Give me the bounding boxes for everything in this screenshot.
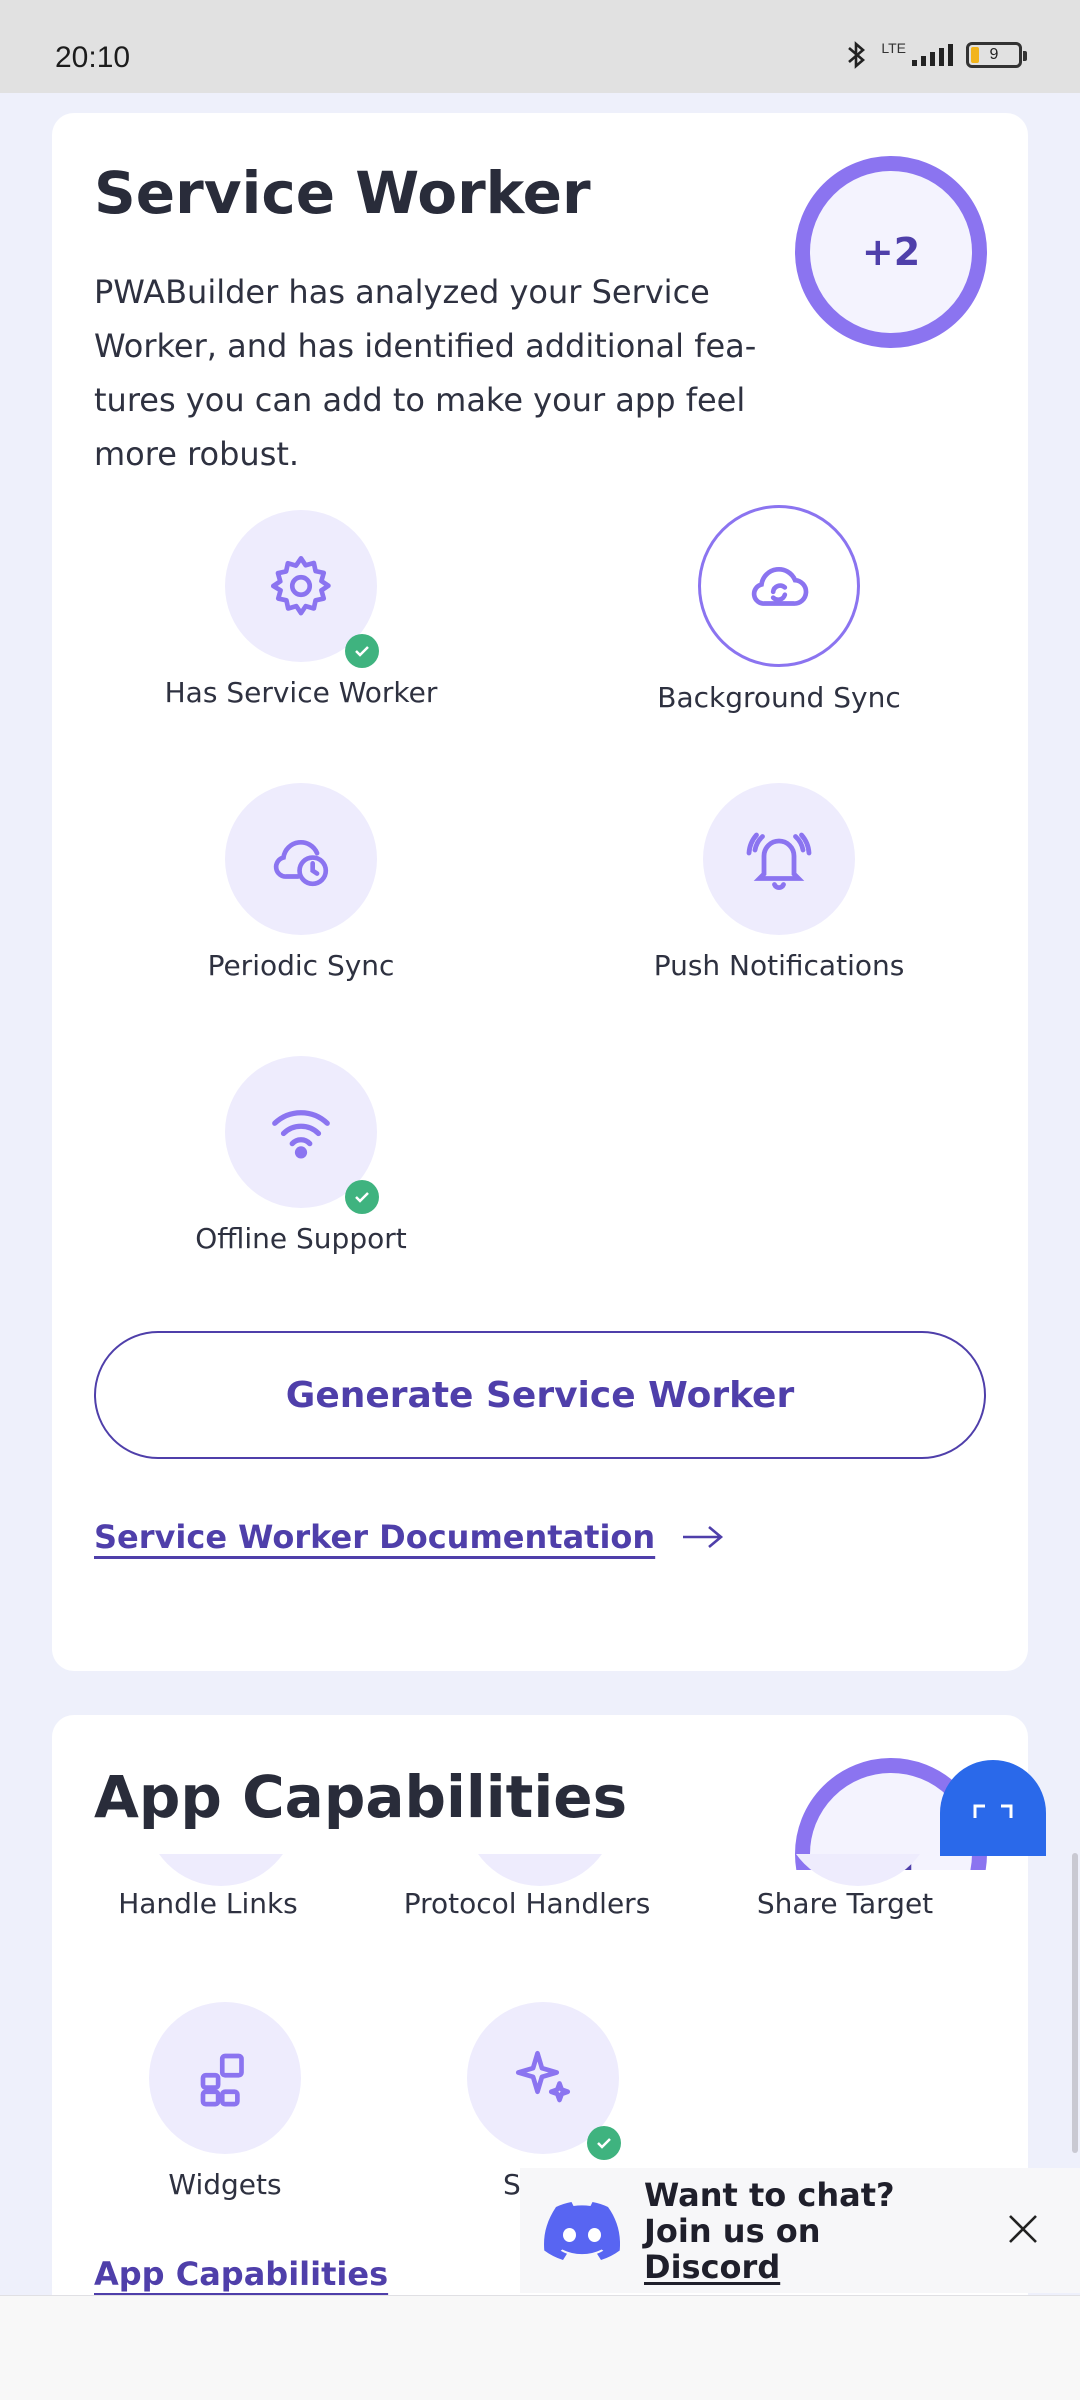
feature-label: Periodic Sync (207, 949, 395, 982)
feature-label: Push Notifications (653, 949, 905, 982)
feature-label: Widgets (168, 2168, 282, 2201)
network-label: LTE (881, 40, 906, 56)
feature-label: Background Sync (657, 681, 901, 714)
widgets-icon (200, 2053, 244, 2107)
score-value: +2 (861, 230, 921, 274)
battery-icon: 9 (966, 42, 1027, 68)
discord-banner-prefix: Want to chat? Join us on (644, 2175, 895, 2250)
doc-link-label: Service Worker Documentation (94, 1518, 656, 1556)
discord-link[interactable]: Discord (644, 2248, 780, 2286)
floating-action-button[interactable] (940, 1760, 1046, 1856)
feature-label: Offline Support (195, 1222, 407, 1255)
share-target-circle (782, 1854, 934, 1886)
capability-widgets[interactable]: Widgets (52, 2002, 405, 2201)
service-worker-description: PWABuilder has analyzed your Service Wor… (94, 273, 757, 473)
signal-icon (912, 44, 953, 66)
status-time: 20:10 (55, 41, 131, 74)
check-icon (587, 2126, 621, 2160)
bell-icon (746, 832, 812, 890)
bottom-navigation-bar (0, 2295, 1080, 2400)
service-worker-title: Service Worker (94, 159, 591, 227)
feature-push-notifications[interactable]: Push Notifications (599, 783, 959, 982)
capability-share-target[interactable]: Share Target (685, 1887, 1005, 1920)
expand-icon (973, 1804, 1013, 1818)
arrow-right-icon (683, 1526, 724, 1548)
service-worker-card: Service Worker PWABuilder has analyzed y… (52, 113, 1028, 1671)
service-worker-score-ring: +2 (795, 156, 987, 348)
feature-label: Has Service Worker (164, 676, 438, 709)
check-icon (345, 634, 379, 668)
feature-offline-support[interactable]: Offline Support (121, 1056, 481, 1255)
discord-banner-text: Want to chat? Join us on Discord (644, 2177, 964, 2285)
discord-banner[interactable]: Want to chat? Join us on Discord (520, 2168, 1080, 2293)
battery-level: 9 (989, 46, 999, 63)
feature-has-service-worker[interactable]: Has Service Worker (121, 510, 481, 709)
bluetooth-icon (848, 41, 866, 69)
app-capabilities-title: App Capabilities (94, 1763, 628, 1831)
discord-icon (544, 2201, 620, 2260)
cloud-sync-icon (751, 567, 809, 606)
close-icon[interactable] (1006, 2212, 1040, 2246)
gear-icon (270, 555, 331, 616)
app-capabilities-documentation-link[interactable]: App Capabilities (94, 2255, 388, 2293)
status-bar: 20:10 LTE 9 (0, 0, 1080, 93)
sparkle-icon (515, 2050, 571, 2103)
capability-protocol-handlers[interactable]: Protocol Handlers (367, 1887, 687, 1920)
generate-service-worker-button[interactable]: Generate Service Worker (94, 1331, 986, 1459)
scrollbar[interactable] (1072, 1853, 1078, 2153)
service-worker-documentation-link[interactable]: Service Worker Documentation (94, 1518, 725, 1556)
handle-links-circle (145, 1854, 297, 1886)
check-icon (345, 1180, 379, 1214)
cloud-clock-icon (273, 840, 329, 887)
capability-handle-links[interactable]: Handle Links (52, 1887, 368, 1920)
wifi-icon (272, 1110, 330, 1159)
protocol-handlers-circle (464, 1854, 616, 1886)
feature-periodic-sync[interactable]: Periodic Sync (121, 783, 481, 982)
status-icons: LTE 9 (843, 40, 1027, 70)
feature-background-sync[interactable]: Background Sync (599, 505, 959, 714)
